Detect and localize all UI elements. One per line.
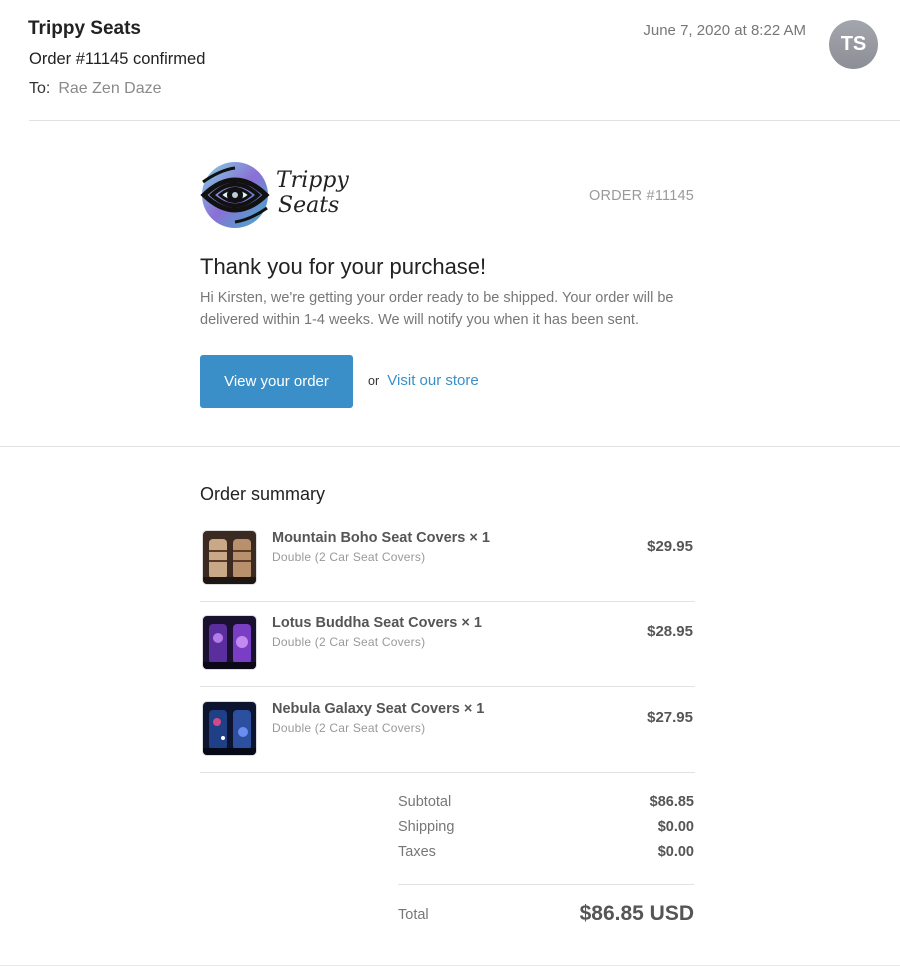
order-summary-title: Order summary [200,484,326,504]
shipping-label: Shipping [398,819,455,835]
header-divider [29,120,900,121]
total-label: Total [398,907,429,923]
subtotal-label: Subtotal [398,794,452,810]
logo-line-2: Seats [278,193,340,218]
to-label: To: [29,80,51,97]
product-thumbnail [202,615,257,670]
product-variant: Double (2 Car Seat Covers) [272,550,426,564]
product-variant: Double (2 Car Seat Covers) [272,721,426,735]
shipping-value: $0.00 [657,819,694,835]
product-name: Mountain Boho Seat Covers × 1 [272,530,490,546]
product-thumbnail [202,701,257,756]
footer-divider [0,965,900,966]
product-thumbnail [202,530,257,585]
visit-store-link[interactable]: Visit our store [387,372,478,389]
intro-text: Hi Kirsten, we're getting your order rea… [200,290,674,328]
line-item: Nebula Galaxy Seat Covers × 1 Double (2 … [200,687,695,773]
taxes-row: Taxes $0.00 [398,844,694,869]
line-item: Lotus Buddha Seat Covers × 1 Double (2 C… [200,601,695,687]
mail-subject: Order #11145 confirmed [29,50,206,68]
product-price: $27.95 [647,709,693,726]
thank-you-heading: Thank you for your purchase! [200,254,487,279]
shipping-row: Shipping $0.00 [398,819,694,844]
subtotal-value: $86.85 [649,794,694,810]
section-divider [0,446,900,447]
recipient-row: To: Rae Zen Daze [29,80,162,98]
mail-header: Trippy Seats Order #11145 confirmed To: R… [0,0,900,121]
line-item: Mountain Boho Seat Covers × 1 Double (2 … [200,516,695,602]
item-divider [200,772,695,773]
product-price: $29.95 [647,538,693,555]
order-number: ORDER #11145 [588,188,694,204]
brand-logo: Trippy Seats [200,160,360,230]
logo-line-1: Trippy [276,168,349,193]
spiral-eye-logo-icon [200,162,270,228]
recipient-name[interactable]: Rae Zen Daze [58,80,161,97]
totals-divider [398,884,694,885]
or-text: or [368,374,380,388]
totals-table: Subtotal $86.85 Shipping $0.00 Taxes $0.… [398,794,694,869]
product-price: $28.95 [647,623,693,640]
view-order-button[interactable]: View your order [200,355,353,408]
sender-avatar: TS [829,20,878,69]
mail-date: June 7, 2020 at 8:22 AM [643,22,806,39]
product-name: Lotus Buddha Seat Covers × 1 [272,615,482,631]
sender-name: Trippy Seats [28,18,141,39]
subtotal-row: Subtotal $86.85 [398,794,694,819]
taxes-value: $0.00 [657,844,694,860]
product-name: Nebula Galaxy Seat Covers × 1 [272,701,485,717]
taxes-label: Taxes [398,844,436,860]
total-value: $86.85 USD [579,902,694,925]
logo-wordmark: Trippy Seats [276,168,349,218]
product-variant: Double (2 Car Seat Covers) [272,635,426,649]
store-link-row: or Visit our store [368,372,479,389]
